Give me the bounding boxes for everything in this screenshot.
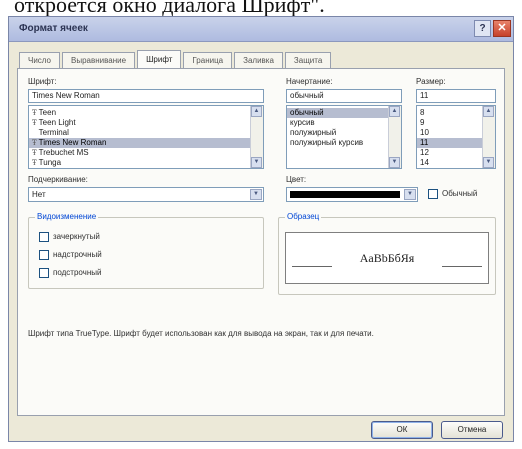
cancel-button[interactable]: Отмена <box>441 421 503 439</box>
sample-baseline-right <box>442 266 482 267</box>
subscript-label: подстрочный <box>53 268 102 277</box>
truetype-icon: Ŧ <box>32 119 37 127</box>
list-item[interactable]: Ŧ Trebuchet MS <box>29 148 251 158</box>
list-item-selected[interactable]: 11 <box>417 138 483 148</box>
color-select[interactable]: ▼ <box>286 187 418 202</box>
format-cells-dialog: Формат ячеек ? ✕ Число Выравнивание Шриф… <box>8 16 514 442</box>
style-input[interactable]: обычный <box>286 89 402 103</box>
list-item[interactable]: Ŧ Teen Light <box>29 118 251 128</box>
size-list-scrollbar[interactable]: ▲ ▼ <box>482 106 495 168</box>
style-list[interactable]: обычный курсив полужирный полужирный кур… <box>286 105 402 169</box>
help-button[interactable]: ? <box>474 20 491 37</box>
superscript-label: надстрочный <box>53 250 102 259</box>
chevron-down-icon[interactable]: ▼ <box>404 189 416 200</box>
font-list-scrollbar[interactable]: ▲ ▼ <box>250 106 263 168</box>
underline-label: Подчеркивание: <box>28 175 88 184</box>
scroll-up-icon[interactable]: ▲ <box>483 106 494 117</box>
underline-select[interactable]: Нет ▼ <box>28 187 264 202</box>
list-item[interactable]: полужирный <box>287 128 389 138</box>
style-list-scrollbar[interactable]: ▲ ▼ <box>388 106 401 168</box>
truetype-icon: Ŧ <box>32 149 37 157</box>
truetype-icon: Ŧ <box>32 159 37 167</box>
list-item[interactable]: Ŧ Tunga <box>29 158 251 168</box>
tab-protection[interactable]: Защита <box>284 52 332 68</box>
sample-group: Образец AaBbБбЯя <box>278 212 496 295</box>
list-item[interactable]: курсив <box>287 118 389 128</box>
color-swatch <box>290 191 400 198</box>
close-icon: ✕ <box>497 22 507 34</box>
strikethrough-checkbox[interactable] <box>39 232 49 242</box>
sample-text: AaBbБбЯя <box>359 251 415 265</box>
scroll-up-icon[interactable]: ▲ <box>251 106 262 117</box>
truetype-hint: Шрифт типа TrueType. Шрифт будет использ… <box>28 329 374 338</box>
tab-strip: Число Выравнивание Шрифт Граница Заливка… <box>19 50 333 69</box>
sample-baseline-left <box>292 266 332 267</box>
title-bar: Формат ячеек ? ✕ <box>9 17 513 42</box>
list-item[interactable]: 14 <box>417 158 483 168</box>
close-button[interactable]: ✕ <box>493 20 511 37</box>
sample-preview: AaBbБбЯя <box>285 232 489 284</box>
truetype-icon: Ŧ <box>32 139 37 147</box>
list-item[interactable]: 9 <box>417 118 483 128</box>
font-list[interactable]: ŦTeen ŦTeen Light ŦTerminal ŦTimes New R… <box>28 105 264 169</box>
effects-title: Видоизменение <box>35 212 99 221</box>
tab-border[interactable]: Граница <box>183 52 233 68</box>
tab-number[interactable]: Число <box>19 52 61 68</box>
style-label: Начертание: <box>286 77 333 86</box>
list-item[interactable]: Ŧ Teen <box>29 108 251 118</box>
chevron-down-icon[interactable]: ▼ <box>250 189 262 200</box>
ok-button[interactable]: ОК <box>371 421 433 439</box>
scroll-down-icon[interactable]: ▼ <box>251 157 262 168</box>
effects-group: Видоизменение зачеркнутый надстрочный по… <box>28 212 264 289</box>
font-label: Шрифт: <box>28 77 57 86</box>
normal-font-label: Обычный <box>442 189 478 198</box>
tab-fill[interactable]: Заливка <box>234 52 283 68</box>
list-item[interactable]: полужирный курсив <box>287 138 389 148</box>
scroll-down-icon[interactable]: ▼ <box>389 157 400 168</box>
superscript-checkbox[interactable] <box>39 250 49 260</box>
list-item-selected[interactable]: обычный <box>287 108 389 118</box>
list-item[interactable]: 10 <box>417 128 483 138</box>
sample-title: Образец <box>285 212 322 221</box>
dialog-title: Формат ячеек <box>19 23 88 34</box>
scroll-up-icon[interactable]: ▲ <box>389 106 400 117</box>
size-label: Размер: <box>416 77 446 86</box>
font-tab-panel: Шрифт: Times New Roman Ŧ Teen Ŧ Teen Light… <box>17 68 505 416</box>
tab-alignment[interactable]: Выравнивание <box>62 52 136 68</box>
underline-value: Нет <box>32 190 46 199</box>
size-input[interactable]: 11 <box>416 89 496 103</box>
list-item-selected[interactable]: Ŧ Times New Roman <box>29 138 251 148</box>
size-list[interactable]: 8 9 10 11 12 14 ▲ ▼ <box>416 105 496 169</box>
scroll-down-icon[interactable]: ▼ <box>483 157 494 168</box>
normal-font-checkbox[interactable] <box>428 189 438 199</box>
list-item[interactable]: 8 <box>417 108 483 118</box>
tab-font[interactable]: Шрифт <box>137 50 182 69</box>
strikethrough-label: зачеркнутый <box>53 232 100 241</box>
truetype-icon: Ŧ <box>32 109 37 117</box>
color-label: Цвет: <box>286 175 307 184</box>
list-item[interactable]: ŦTerminal <box>29 128 251 138</box>
font-name-input[interactable]: Times New Roman <box>28 89 264 103</box>
list-item[interactable]: 12 <box>417 148 483 158</box>
subscript-checkbox[interactable] <box>39 268 49 278</box>
